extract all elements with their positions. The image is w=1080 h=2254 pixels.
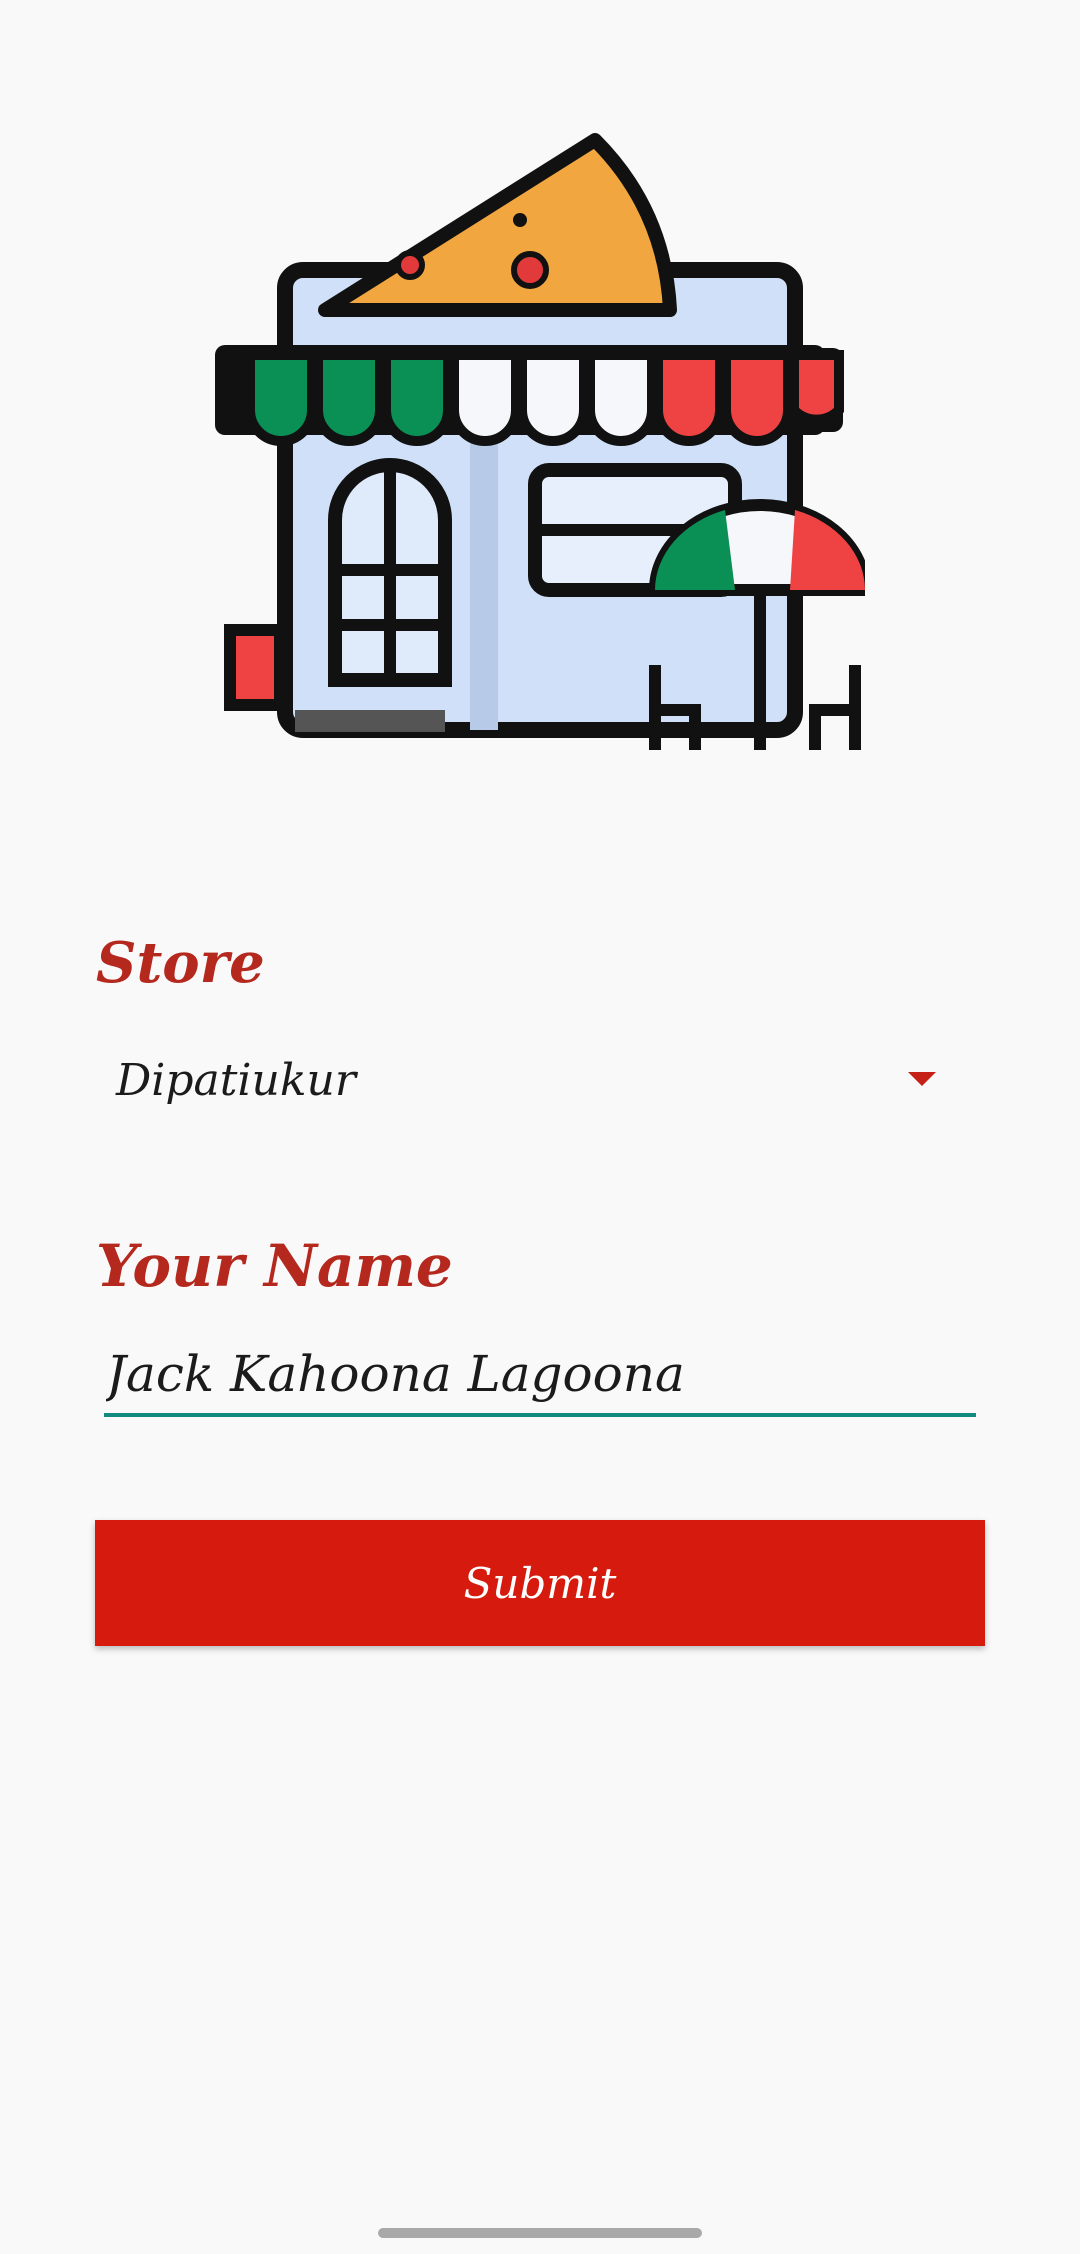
store-label: Store: [96, 930, 265, 996]
gesture-nav-handle[interactable]: [378, 2228, 702, 2238]
pizza-store-logo-icon: [215, 120, 872, 770]
store-spinner[interactable]: Dipatiukur: [96, 1040, 986, 1120]
name-input[interactable]: [104, 1335, 976, 1417]
submit-button[interactable]: Submit: [95, 1520, 985, 1646]
name-label: Your Name: [96, 1232, 453, 1300]
store-selected-value: Dipatiukur: [116, 1054, 356, 1106]
dropdown-arrow-icon: [908, 1072, 936, 1086]
